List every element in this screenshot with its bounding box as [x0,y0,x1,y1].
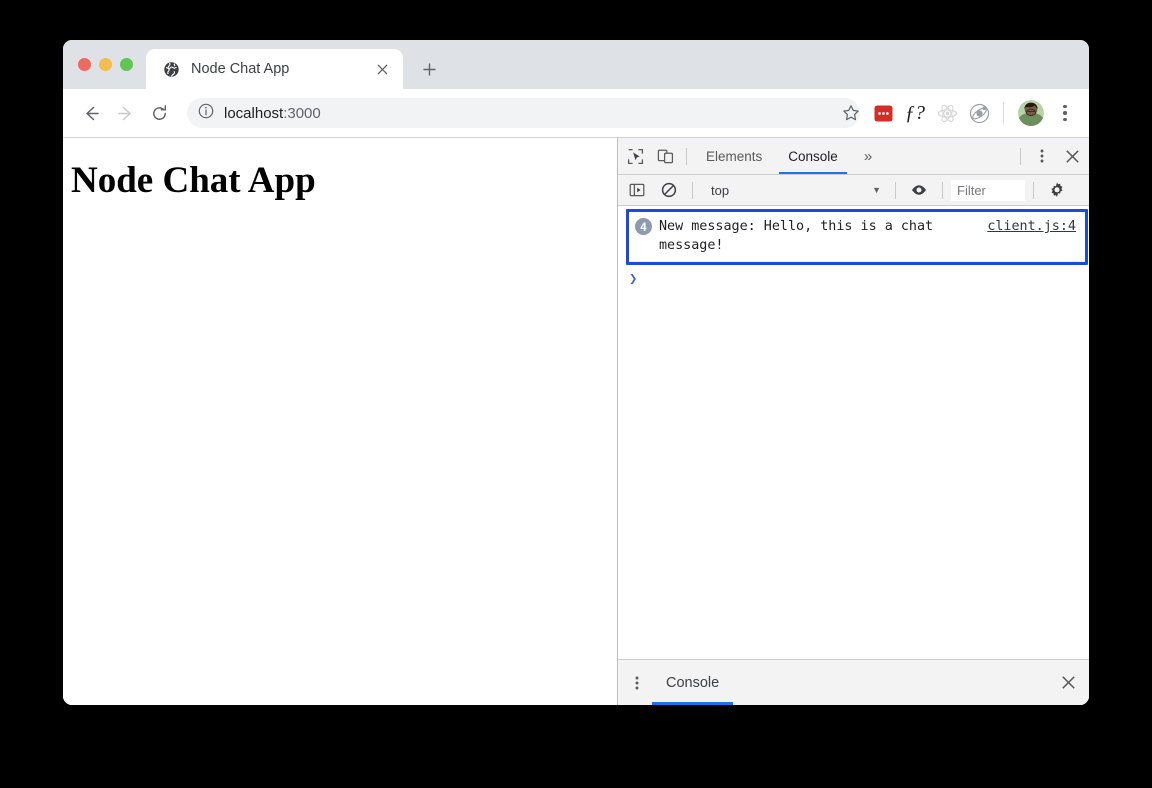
console-message-row[interactable]: 4 New message: Hello, this is a chat mes… [629,212,1085,262]
inspect-element-icon[interactable] [620,142,650,170]
filterbar-divider-2 [895,181,896,199]
address-bar[interactable]: localhost:3000 [187,98,860,128]
console-context-selector[interactable]: top ▼ [701,179,887,201]
filterbar-divider-4 [1033,181,1034,199]
console-source-link[interactable]: client.js:4 [987,217,1082,236]
url-port: :3000 [283,104,321,122]
devtools-tabbar: Elements Console » [618,138,1089,175]
zoom-window-button[interactable] [120,58,133,71]
close-tab-button[interactable] [371,58,393,80]
forward-button[interactable] [109,97,141,129]
console-filter-placeholder: Filter [957,182,986,198]
ionic-extension-icon[interactable] [965,99,993,127]
tabs-overflow-label: » [863,147,873,165]
url-host: localhost [224,104,284,122]
live-expression-eye-icon[interactable] [904,176,934,204]
browser-toolbar: localhost:3000 ƒ? [63,89,1089,138]
devtools-more-button[interactable] [1027,142,1057,170]
minimize-window-button[interactable] [99,58,112,71]
page-viewport: Node Chat App [63,138,617,705]
clear-console-icon[interactable] [654,176,684,204]
devtools-tabbar-divider [686,147,687,165]
console-context-value: top [711,182,730,198]
react-devtools-extension-icon[interactable] [933,99,961,127]
console-sidebar-icon[interactable] [622,176,652,204]
tabs-overflow-button[interactable]: » [851,138,885,174]
f-question-extension-icon[interactable]: ƒ? [901,99,929,127]
drawer-close-button[interactable] [1053,669,1083,697]
tab-console-label: Console [788,148,838,164]
console-filterbar: top ▼ Filter [618,175,1089,206]
tab-title: Node Chat App [191,61,290,77]
browser-tab[interactable]: Node Chat App [146,49,403,89]
settings-gear-icon[interactable] [1042,176,1072,204]
console-prompt[interactable]: ❯ [618,267,643,287]
globe-icon [163,61,180,78]
user-avatar[interactable] [1018,100,1044,126]
window-content: Node Chat App Elements Console » top ▼ F… [63,138,1089,705]
console-message-text: New message: Hello, this is a chat messa… [659,219,934,253]
drawer-tab-console-label: Console [666,674,720,691]
filterbar-divider-1 [692,181,693,199]
site-info-icon[interactable] [198,103,214,124]
repeat-count-badge: 4 [635,218,652,235]
devtools-drawer: Console [618,659,1089,705]
prompt-chevron-icon: ❯ [629,271,638,287]
tab-console[interactable]: Console [775,138,851,174]
console-output[interactable]: 4 New message: Hello, this is a chat mes… [618,206,1089,659]
tab-elements[interactable]: Elements [693,138,775,174]
devtools-panel: Elements Console » top ▼ Filter 4 New me… [617,138,1089,705]
lastpass-extension-icon[interactable] [869,99,897,127]
window-controls [63,40,146,89]
chevron-down-icon: ▼ [872,185,881,195]
devtools-close-button[interactable] [1057,142,1087,170]
drawer-more-button[interactable] [622,669,652,697]
chrome-menu-button[interactable] [1051,99,1079,127]
toolbar-divider [1003,102,1004,124]
drawer-tab-console[interactable]: Console [652,660,734,705]
reload-button[interactable] [143,97,175,129]
device-toolbar-icon[interactable] [650,142,680,170]
devtools-tabbar-divider-right [1020,147,1021,165]
page-title: Node Chat App [71,160,316,201]
tab-strip: Node Chat App [63,40,1089,89]
console-filter-input[interactable]: Filter [951,179,1025,201]
bookmark-star-icon[interactable] [836,98,866,128]
url-text: localhost:3000 [224,105,321,122]
back-button[interactable] [75,97,107,129]
new-tab-button[interactable] [414,54,444,84]
browser-window: Node Chat App localhost:3000 ƒ? Node Cha… [63,40,1089,705]
close-window-button[interactable] [78,58,91,71]
filterbar-divider-3 [942,181,943,199]
tab-elements-label: Elements [706,148,763,164]
console-entry-highlight: 4 New message: Hello, this is a chat mes… [626,209,1088,265]
